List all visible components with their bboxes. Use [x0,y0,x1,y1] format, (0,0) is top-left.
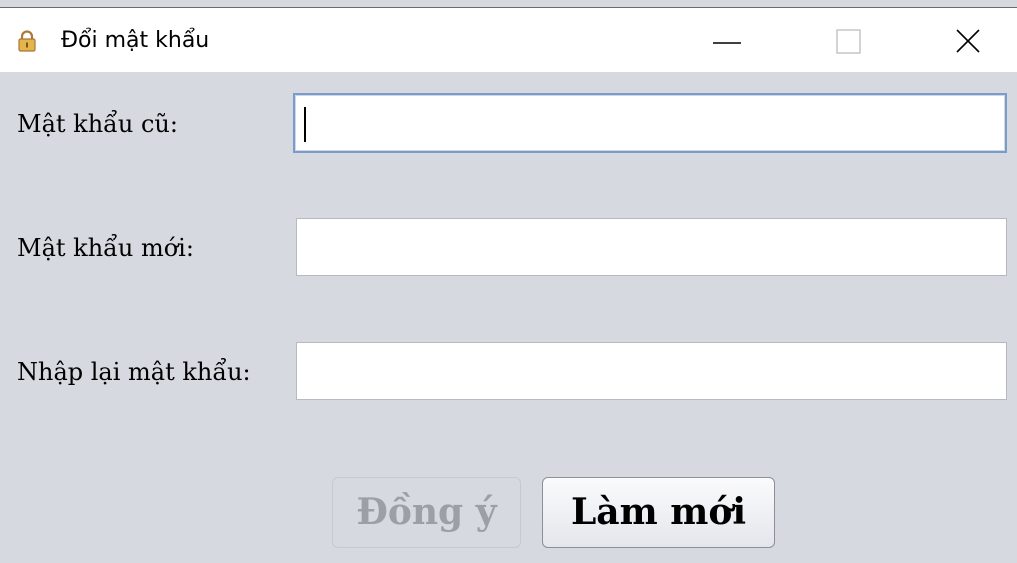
confirm-button: Đồng ý [332,477,521,548]
old-password-label: Mật khẩu cũ: [17,110,178,138]
confirm-password-input[interactable] [296,342,1007,400]
window-title: Đổi mật khẩu [61,28,210,53]
confirm-password-label: Nhập lại mật khẩu: [17,358,251,386]
reset-button[interactable]: Làm mới [542,477,775,548]
lock-icon [17,30,37,52]
old-password-input[interactable] [293,93,1007,153]
minimize-button[interactable] [681,8,773,72]
text-caret [304,107,306,142]
change-password-dialog: Đổi mật khẩu Mật khẩu cũ: Mật khẩu mới: … [0,0,1017,563]
new-password-input[interactable] [296,218,1007,276]
title-bar[interactable]: Đổi mật khẩu [0,8,1017,72]
minimize-icon [713,42,741,44]
maximize-icon [836,29,861,54]
new-password-label: Mật khẩu mới: [17,234,194,262]
close-icon [956,29,980,53]
close-button[interactable] [925,8,1017,72]
maximize-button [803,8,895,72]
